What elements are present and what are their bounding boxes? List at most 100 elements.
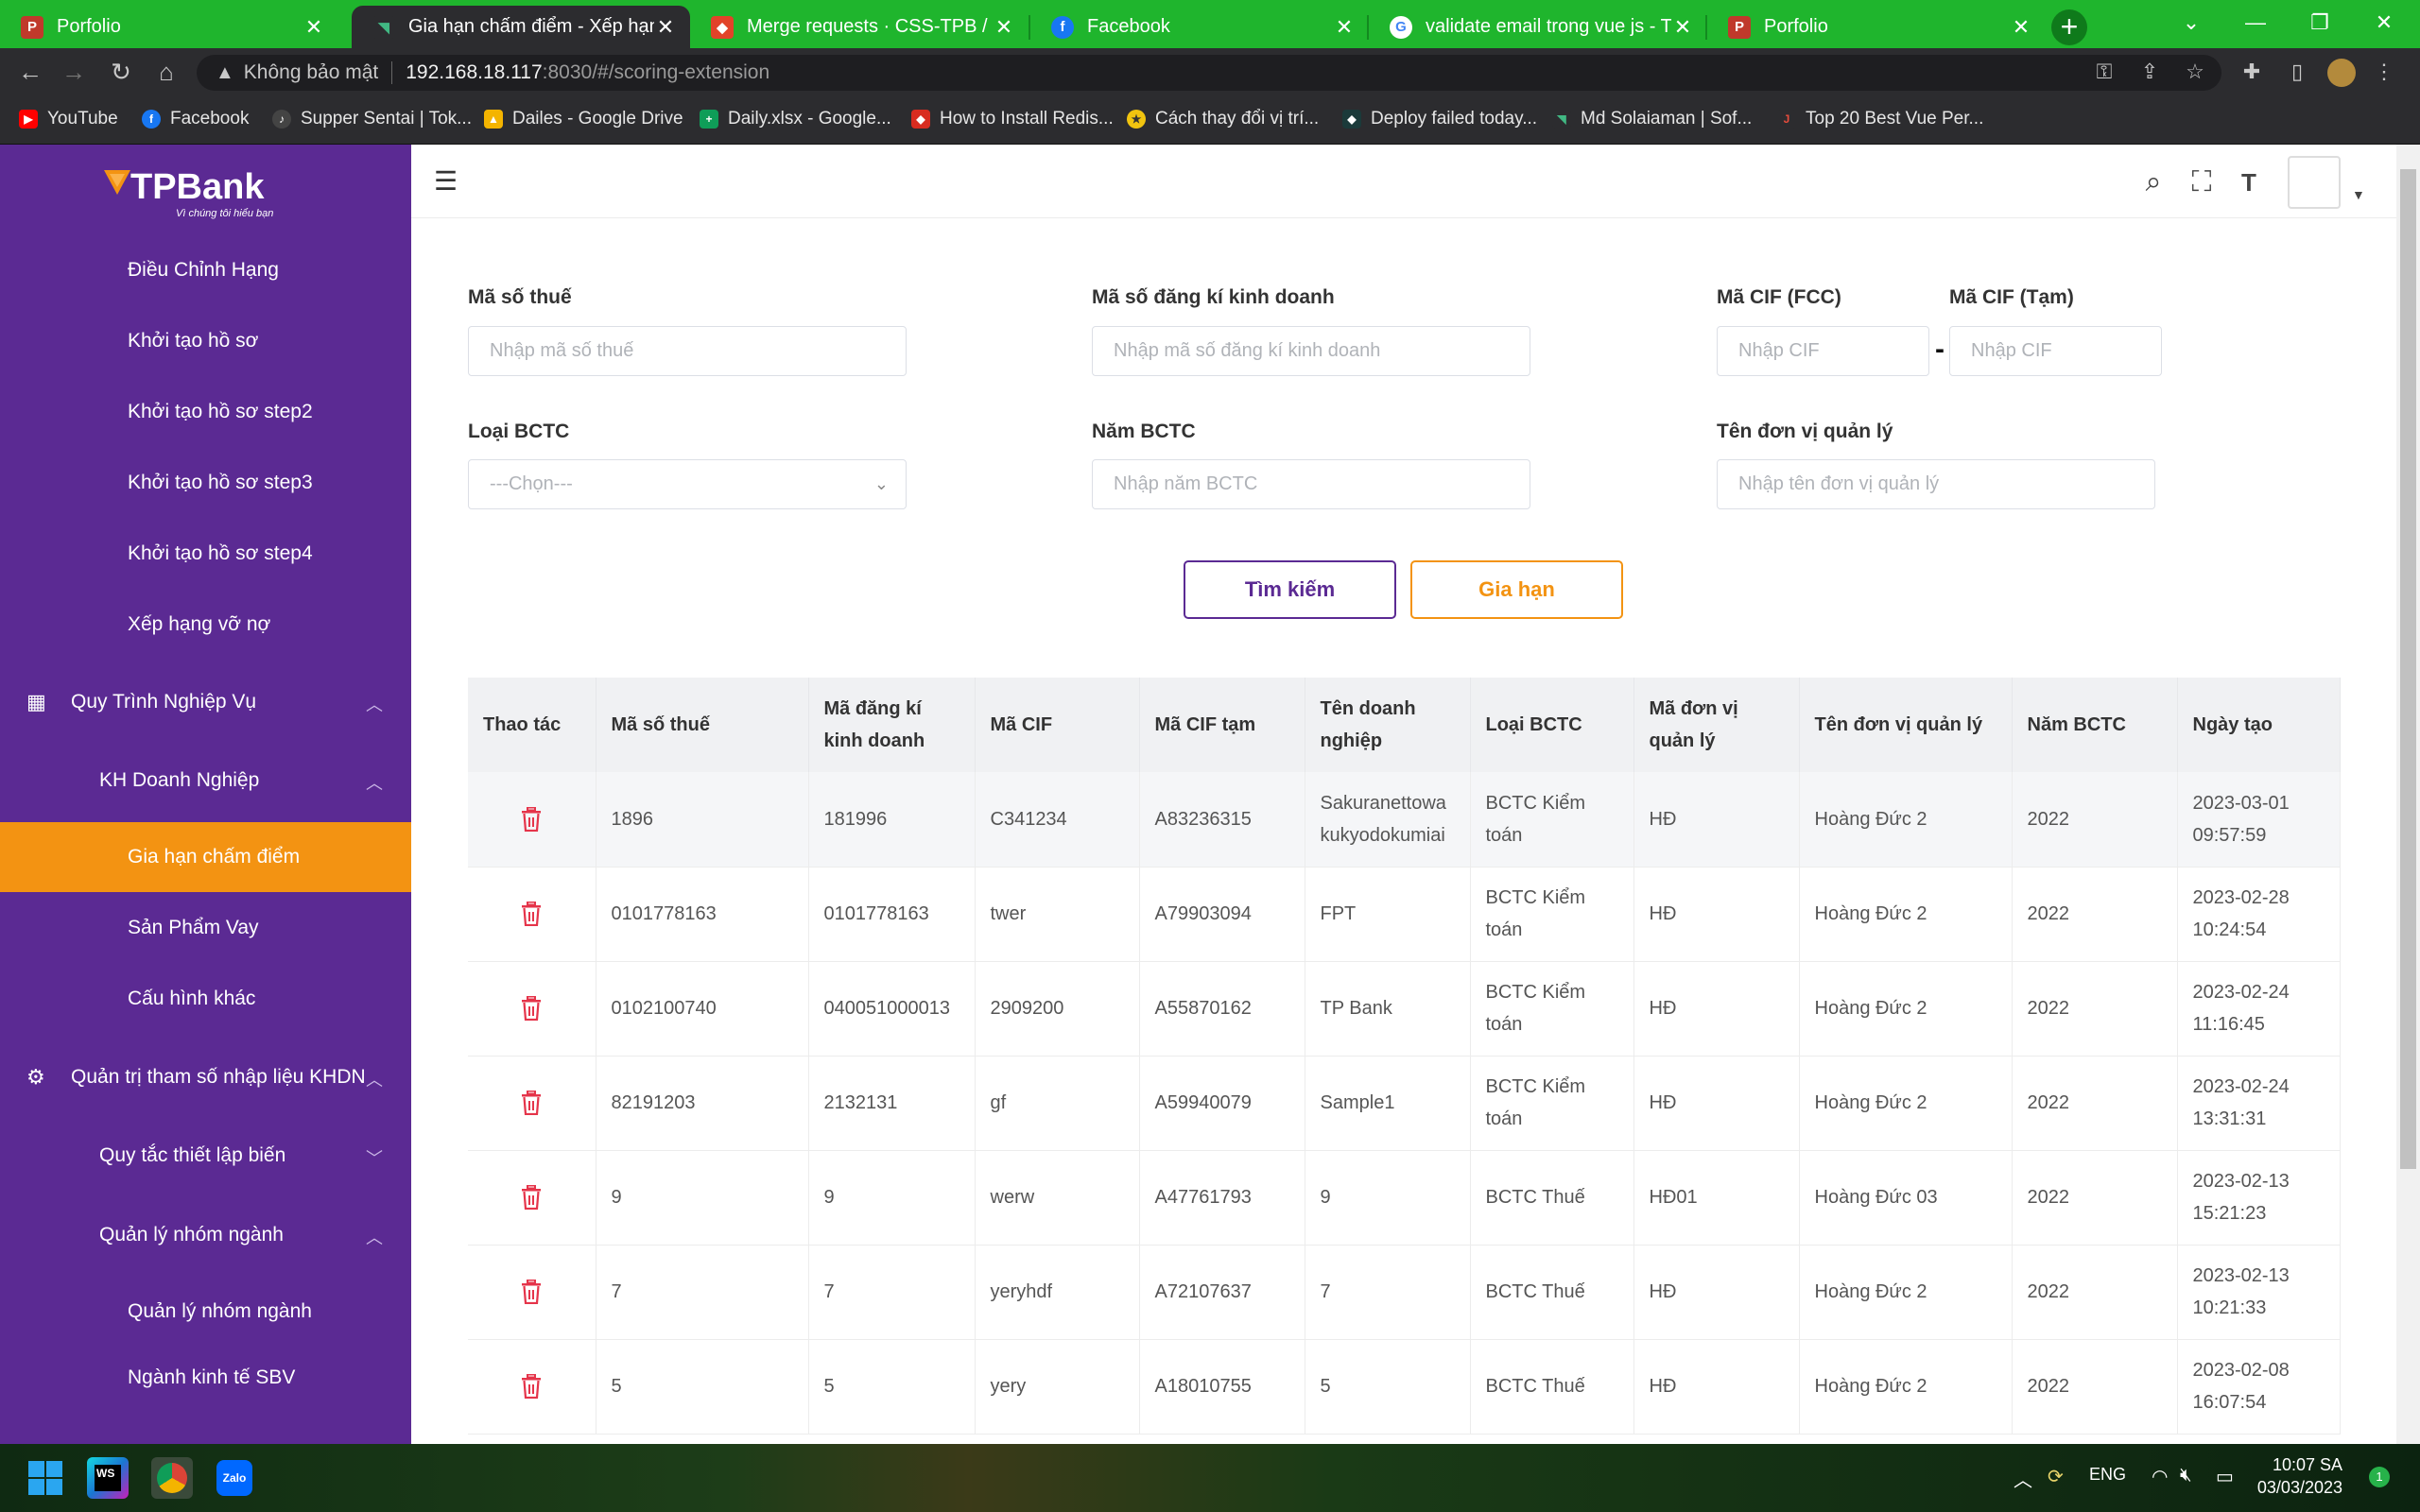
cif-fcc-input[interactable] — [1717, 326, 1929, 376]
battery-icon[interactable]: ▭ — [2216, 1465, 2234, 1488]
sidebar-item[interactable]: Quản lý nhóm ngành — [0, 1277, 411, 1347]
profile-avatar[interactable] — [2327, 59, 2356, 87]
windows-start-icon[interactable] — [25, 1457, 66, 1499]
trash-icon[interactable] — [521, 1091, 542, 1115]
tax-code-input[interactable] — [468, 326, 907, 376]
tab-search-icon[interactable]: ⌄ — [2163, 6, 2220, 40]
sidebar-item[interactable]: Khởi tạo hồ sơ step2 — [0, 377, 411, 447]
share-icon[interactable]: ⇪ — [2129, 48, 2170, 95]
sync-icon[interactable]: ⟳ — [2048, 1465, 2064, 1488]
sidebar-item[interactable]: Cấu hình khác — [0, 964, 411, 1034]
extend-button[interactable]: Gia hạn — [1410, 560, 1623, 619]
sidebar-item[interactable]: Điều Chỉnh Hạng — [0, 235, 411, 305]
close-tab-icon[interactable]: ✕ — [302, 15, 325, 40]
volume-icon[interactable]: 🔇︎ — [2180, 1465, 2192, 1486]
extensions-icon[interactable]: ✚ — [2231, 48, 2273, 95]
bookmark-item[interactable]: ★ Cách thay đổi vị trí... — [1127, 105, 1319, 133]
sidebar-item[interactable]: ⚙ Quản trị tham số nhập liệu KHDN ︿ — [0, 1042, 411, 1112]
menu-toggle-icon[interactable]: ☰ — [434, 167, 462, 196]
scrollbar-thumb[interactable] — [2400, 169, 2416, 1169]
bookmark-label: Deploy failed today... — [1371, 109, 1538, 129]
vertical-scrollbar[interactable] — [2396, 145, 2420, 1444]
chrome-icon[interactable] — [151, 1457, 193, 1499]
sidebar-item[interactable]: Sản Phẩm Vay — [0, 893, 411, 963]
bookmark-item[interactable]: ◥ Md Solaiaman | Sof... — [1552, 105, 1752, 133]
grid-icon: ▦ — [26, 690, 46, 713]
sidebar-item-label: Quản trị tham số nhập liệu KHDN — [71, 1066, 366, 1088]
manager-unit-input[interactable] — [1717, 459, 2155, 509]
table-cell: HĐ — [1634, 961, 1800, 1057]
bookmark-item[interactable]: J Top 20 Best Vue Per... — [1777, 105, 1983, 133]
side-panel-icon[interactable]: ▯ — [2276, 48, 2318, 95]
bookmark-item[interactable]: ♪ Supper Sentai | Tok... — [272, 105, 472, 133]
report-type-select[interactable]: ---Chọn--- ⌄ — [468, 459, 907, 509]
zalo-icon[interactable]: Zalo — [214, 1457, 255, 1499]
cif-temp-input[interactable] — [1949, 326, 2162, 376]
search-icon[interactable]: ⌕ — [2135, 165, 2171, 199]
browser-tab[interactable]: P Porfolio ✕ — [0, 6, 338, 48]
wifi-icon[interactable]: ◠ — [2152, 1465, 2168, 1488]
address-bar[interactable]: ▲ Không bảo mật 192.168.18.117 :8030/#/s… — [197, 55, 2221, 91]
trash-icon[interactable] — [521, 1185, 542, 1210]
browser-tab[interactable]: P Porfolio ✕ — [1707, 6, 2046, 48]
sidebar-item[interactable]: KH Doanh Nghiệp ︿ — [0, 746, 411, 816]
table-cell: 1896 — [596, 772, 809, 868]
table-cell: Hoàng Đức 03 — [1799, 1150, 2013, 1246]
trash-icon[interactable] — [521, 806, 542, 832]
close-tab-icon[interactable]: ✕ — [2010, 15, 2032, 40]
back-icon[interactable]: ← — [11, 48, 49, 95]
close-tab-icon[interactable]: ✕ — [654, 15, 677, 40]
sidebar-item[interactable]: Khởi tạo hồ sơ — [0, 306, 411, 376]
trash-icon[interactable] — [521, 996, 542, 1021]
user-avatar[interactable] — [2288, 156, 2341, 209]
browser-tab[interactable]: G validate email trong vue js - Tìm ✕ — [1369, 6, 1707, 48]
bookmark-item[interactable]: ▶ YouTube — [19, 105, 118, 133]
close-window-icon[interactable]: ✕ — [2356, 6, 2412, 40]
bookmark-item[interactable]: ▲ Dailes - Google Drive — [484, 105, 683, 133]
font-size-icon[interactable]: T — [2231, 165, 2267, 199]
reload-icon[interactable]: ↻ — [102, 48, 140, 95]
sidebar-item[interactable]: Ngành kinh tế SBV — [0, 1343, 411, 1413]
webstorm-icon[interactable]: WS — [87, 1457, 129, 1499]
browser-menu-icon[interactable]: ⋮ — [2363, 48, 2405, 95]
sidebar-item[interactable]: Quản lý nhóm ngành ︿ — [0, 1200, 411, 1270]
bookmark-item[interactable]: + Daily.xlsx - Google... — [700, 105, 891, 133]
close-tab-icon[interactable]: ✕ — [993, 15, 1015, 40]
sidebar-item[interactable]: Xếp hạng vỡ nợ — [0, 590, 411, 660]
key-icon[interactable]: ⚿ — [2083, 48, 2125, 95]
trash-icon[interactable] — [521, 1374, 542, 1399]
bookmark-label: Supper Sentai | Tok... — [301, 109, 472, 129]
close-tab-icon[interactable]: ✕ — [1333, 15, 1356, 40]
sidebar-item[interactable]: Khởi tạo hồ sơ step3 — [0, 448, 411, 518]
close-tab-icon[interactable]: ✕ — [1671, 15, 1694, 40]
report-year-input[interactable] — [1092, 459, 1530, 509]
browser-tab[interactable]: f Facebook ✕ — [1030, 6, 1369, 48]
sidebar-item[interactable]: ▦ Quy Trình Nghiệp Vụ ︿ — [0, 667, 411, 737]
browser-tab-active[interactable]: ◥ Gia hạn chấm điểm - Xếp hạng tí ✕ — [352, 6, 690, 48]
minimize-icon[interactable]: — — [2227, 6, 2284, 40]
bookmark-star-icon[interactable]: ☆ — [2174, 48, 2216, 95]
notification-badge[interactable]: 1 — [2369, 1467, 2390, 1487]
sidebar-item[interactable]: Khởi tạo hồ sơ step4 — [0, 519, 411, 589]
language-indicator[interactable]: ENG — [2089, 1465, 2126, 1485]
bookmark-item[interactable]: ◆ How to Install Redis... — [911, 105, 1114, 133]
business-reg-input[interactable] — [1092, 326, 1530, 376]
clock[interactable]: 10:07 SA 03/03/2023 — [2250, 1453, 2342, 1499]
bookmark-item[interactable]: f Facebook — [142, 105, 249, 133]
new-tab-button[interactable]: + — [2051, 9, 2087, 45]
home-icon[interactable]: ⌂ — [147, 48, 185, 95]
tray-chevron-icon[interactable]: ︿ — [2014, 1465, 2032, 1492]
restore-icon[interactable]: ❐ — [2291, 6, 2348, 40]
browser-tab[interactable]: ◆ Merge requests · CSS-TPB / CSS- ✕ — [690, 6, 1028, 48]
trash-icon[interactable] — [521, 902, 542, 926]
search-button[interactable]: Tìm kiếm — [1184, 560, 1396, 619]
trash-icon[interactable] — [521, 1280, 542, 1304]
forward-icon[interactable]: → — [55, 48, 93, 95]
table-cell: BCTC Kiểm toán — [1470, 772, 1634, 868]
sidebar-item[interactable]: Quy tắc thiết lập biến ﹀ — [0, 1121, 411, 1191]
document-icon: P — [1728, 15, 1751, 39]
chevron-down-icon[interactable]: ▼ — [2352, 187, 2365, 202]
bookmark-item[interactable]: ◆ Deploy failed today... — [1342, 105, 1537, 133]
sidebar-item-active[interactable]: Gia hạn chấm điểm — [0, 822, 411, 892]
fullscreen-icon[interactable]: ⛶ — [2184, 165, 2220, 199]
